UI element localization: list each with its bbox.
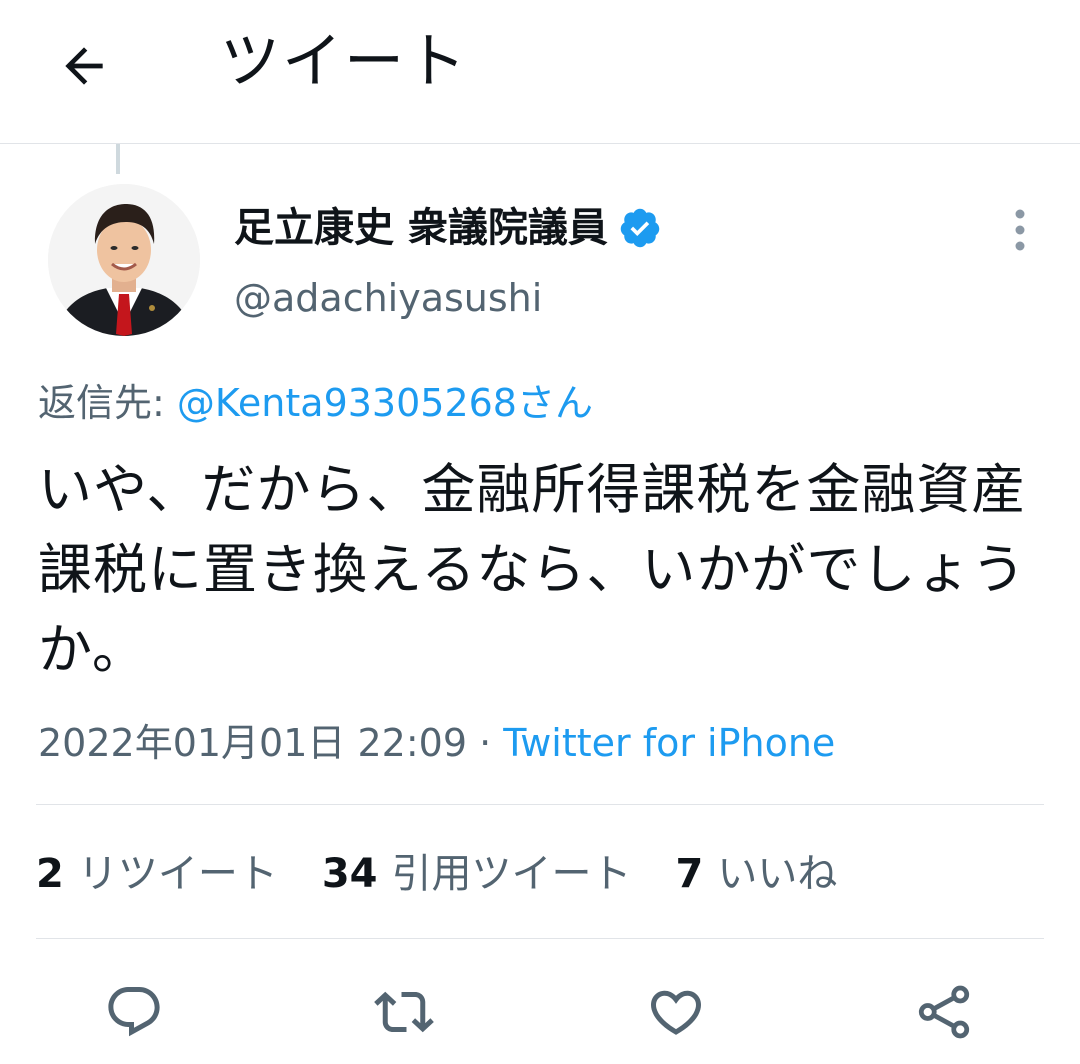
tweet-meta: 2022年01月01日 22:09 · Twitter for iPhone xyxy=(38,716,835,770)
meta-separator: · xyxy=(467,721,504,765)
like-button[interactable] xyxy=(640,976,712,1048)
retweets-count: 2 xyxy=(36,851,64,897)
author-handle[interactable]: @adachiyasushi xyxy=(234,272,542,324)
avatar-portrait-image xyxy=(48,184,200,336)
replying-to: 返信先: @Kenta93305268さん xyxy=(38,376,593,430)
back-button[interactable] xyxy=(48,30,120,102)
quote-tweets-label: 引用ツイート xyxy=(391,851,632,897)
verified-badge-icon xyxy=(620,208,660,248)
arrow-left-icon xyxy=(65,47,103,85)
tweet-datetime[interactable]: 2022年01月01日 22:09 xyxy=(38,721,467,765)
author-avatar[interactable] xyxy=(48,184,200,336)
reply-button[interactable] xyxy=(98,976,170,1048)
retweet-icon xyxy=(374,991,434,1033)
retweets-label: リツイート xyxy=(77,851,278,897)
tweet-action-bar xyxy=(0,976,1080,1048)
quote-tweets-count: 34 xyxy=(321,851,378,897)
page-title: ツイート xyxy=(220,27,468,97)
share-icon xyxy=(918,985,970,1039)
tweet-body: いや、だから、金融所得課税を金融資産課税に置き換えるなら、いかがでしょうか。 xyxy=(38,458,1027,681)
heart-icon xyxy=(650,990,702,1035)
reply-mention-link[interactable]: @Kenta93305268さん xyxy=(177,381,593,425)
likes-stat[interactable]: 7 いいね xyxy=(676,846,838,902)
more-options-button[interactable] xyxy=(996,200,1044,260)
tweet-stats: 2 リツイート 34 引用ツイート 7 いいね xyxy=(36,846,881,902)
retweet-button[interactable] xyxy=(368,976,440,1048)
more-vertical-icon xyxy=(1015,209,1025,251)
divider xyxy=(36,938,1044,939)
author-name-row[interactable]: 足立康史 衆議院議員 xyxy=(234,200,662,256)
likes-label: いいね xyxy=(717,851,838,897)
top-bar: ツイート xyxy=(0,0,1080,144)
divider xyxy=(36,804,1044,805)
retweets-stat[interactable]: 2 リツイート xyxy=(36,846,278,902)
reply-icon xyxy=(108,987,160,1037)
thread-connector-line xyxy=(116,144,120,174)
share-button[interactable] xyxy=(908,976,980,1048)
quote-tweets-stat[interactable]: 34 引用ツイート xyxy=(322,846,632,902)
likes-count: 7 xyxy=(675,851,704,897)
replying-to-label: 返信先: xyxy=(38,381,177,425)
tweet-source-link[interactable]: Twitter for iPhone xyxy=(503,721,835,765)
author-display-name: 足立康史 衆議院議員 xyxy=(234,205,608,251)
